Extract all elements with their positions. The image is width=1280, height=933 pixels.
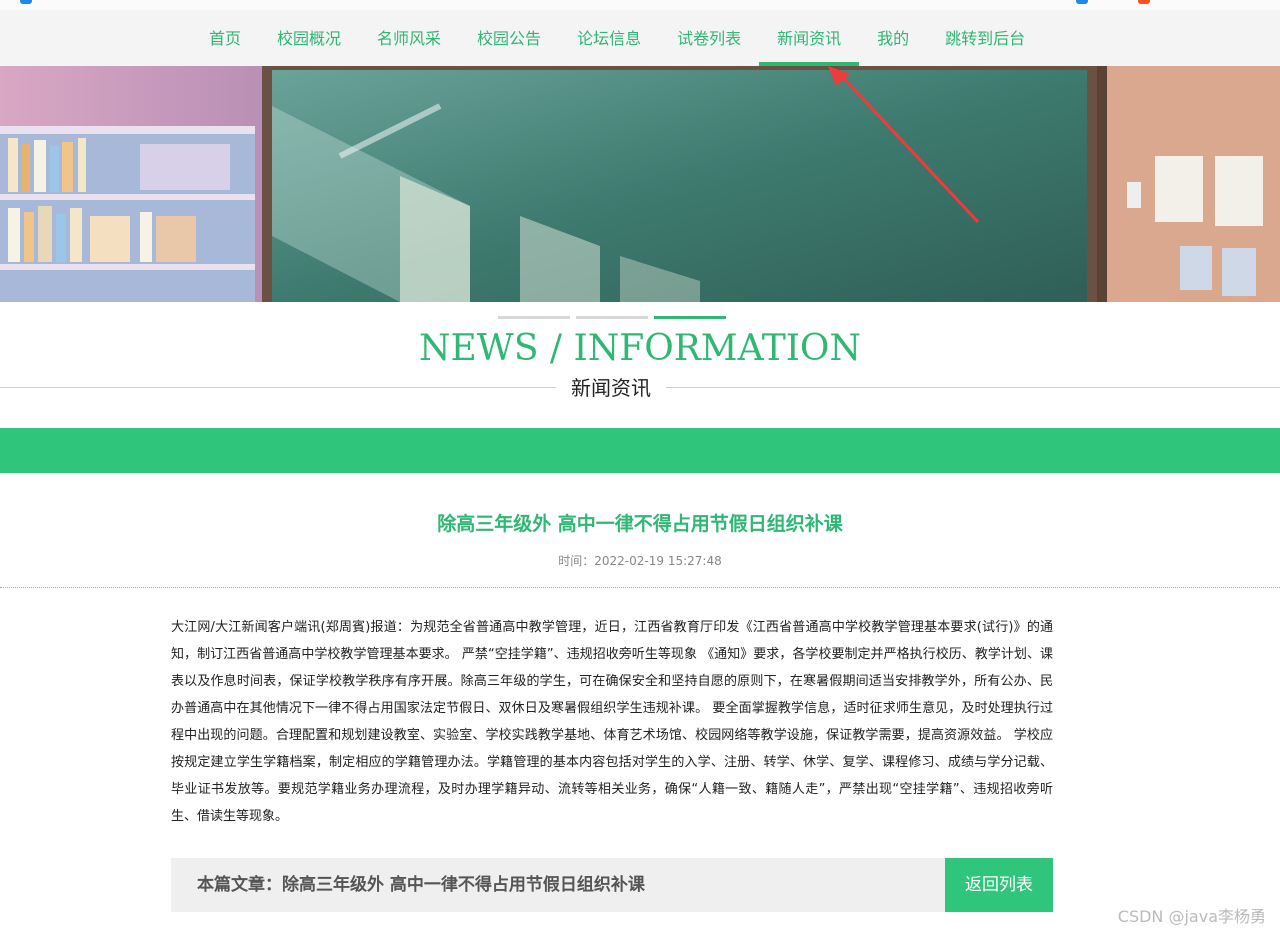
- nav-item[interactable]: 试卷列表: [659, 14, 759, 66]
- article-title: 除高三年级外 高中一律不得占用节假日组织补课: [437, 513, 843, 535]
- main-nav: 首页 校园概况 名师风采 校园公告 论坛信息 试卷列表 新闻资讯 我的 跳转到后台: [191, 14, 1043, 66]
- article-body: 大江网/大江新闻客户端讯(郑周賓)报道：为规范全省普通高中教学管理，近日，江西省…: [171, 620, 1053, 824]
- nav-item[interactable]: 首页: [191, 14, 259, 66]
- slide-indicator[interactable]: [576, 316, 648, 319]
- nav-item[interactable]: 论坛信息: [559, 14, 659, 66]
- back-to-list-button[interactable]: 返回列表: [945, 858, 1053, 912]
- nav-item[interactable]: 新闻资讯: [759, 14, 860, 66]
- nav-item[interactable]: 跳转到后台: [927, 14, 1043, 66]
- nav-item[interactable]: 我的: [859, 14, 927, 66]
- banner-illustration: [0, 66, 1280, 302]
- slide-indicator[interactable]: [498, 316, 570, 319]
- classroom-banner-image: [0, 66, 1280, 302]
- slide-indicator-active[interactable]: [654, 316, 726, 319]
- section-title-chinese: 新闻资讯: [556, 372, 666, 401]
- browser-bookmark-strip: [0, 0, 1280, 10]
- nav-item[interactable]: 校园公告: [459, 14, 559, 66]
- current-article-label: 本篇文章：除高三年级外 高中一律不得占用节假日组织补课: [197, 875, 645, 895]
- section-green-bar: [0, 428, 1280, 473]
- slide-indicators: [498, 316, 726, 319]
- nav-item[interactable]: 校园概况: [259, 14, 359, 66]
- watermark-text: CSDN @java李杨勇: [1117, 907, 1266, 926]
- article-date: 时间：2022-02-19 15:27:48: [558, 554, 722, 568]
- article-footer-bar: 本篇文章：除高三年级外 高中一律不得占用节假日组织补课 返回列表: [171, 858, 1053, 912]
- arrow-head-icon: [828, 66, 850, 86]
- nav-item[interactable]: 名师风采: [359, 14, 459, 66]
- article-divider: [0, 587, 1280, 588]
- top-navigation-bar: 首页 校园概况 名师风采 校园公告 论坛信息 试卷列表 新闻资讯 我的 跳转到后台: [0, 0, 1280, 67]
- section-title-english: NEWS / INFORMATION: [419, 328, 861, 369]
